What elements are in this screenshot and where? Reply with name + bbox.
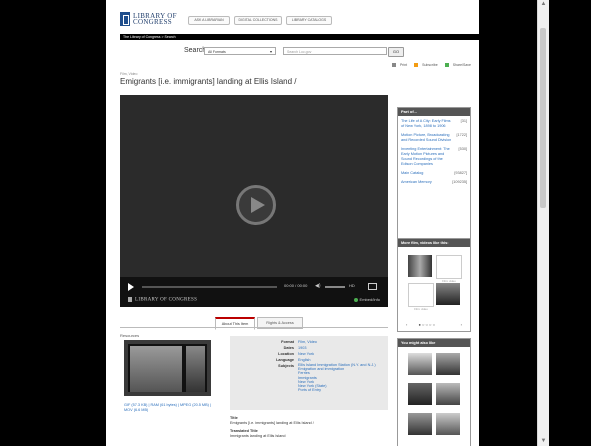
suggested-thumbnail[interactable] [408,353,432,375]
meta-subjects-key: Subjects [278,364,294,368]
related-thumbnail[interactable]: Film: video [436,255,462,283]
print-label: Print [399,63,408,67]
part-of-item-count: [1722] [456,133,467,137]
suggested-thumbnail[interactable] [436,413,460,435]
more-like-this-heading: More film, videos like this: [398,239,470,247]
share-label: Share/Save [452,63,471,67]
part-of-item[interactable]: Inventing Entertainment: The Early Motio… [401,147,467,167]
embed-label: Embed/Info [359,297,380,302]
player-logo: LIBRARY OF CONGRESS [128,297,197,303]
library-catalogs-button[interactable]: LIBRARY CATALOGS [286,16,332,25]
part-of-item-label: Main Catalog [401,171,424,175]
film-frame [186,346,205,392]
share-link[interactable]: Share/Save [442,63,471,68]
more-like-this-box: More film, videos like this: Film: video… [397,238,471,332]
page-title: Emigrants [i.e. immigrants] landing at E… [120,77,297,86]
item-details: Title Emigrants [i.e. immigrants] landin… [230,416,388,439]
scroll-up-icon[interactable]: ▲ [540,1,547,8]
player-controls: 00:00 / 00:00 ◀) HD LIBRARY OF CONGRESS … [120,277,388,307]
suggested-thumbnail[interactable] [408,413,432,435]
part-of-item-label: American Memory [401,180,432,184]
play-overlay-icon[interactable] [236,185,276,225]
subscribe-link[interactable]: Subscribe [411,63,438,68]
suggested-thumbnail[interactable] [408,383,432,405]
player-logo-text: LIBRARY OF CONGRESS [135,297,198,303]
search-label: Search [184,47,207,54]
time-display: 00:00 / 00:00 [284,283,308,288]
film-frame [130,346,182,392]
hd-toggle[interactable]: HD [349,283,355,288]
logo-line2: CONGRESS [133,18,172,26]
part-of-item[interactable]: Main Catalog [93827] [401,171,467,176]
related-thumbnail[interactable]: Film: video [408,283,434,311]
share-icon [444,63,449,68]
suggested-thumbnail[interactable] [436,383,460,405]
item-format: Film, Video [120,72,138,76]
part-of-item-count: [530] [458,147,467,151]
loc-mark-icon [128,297,132,302]
video-player[interactable]: 00:00 / 00:00 ◀) HD LIBRARY OF CONGRESS … [120,95,388,307]
metadata-panel: Format Film, Video Dates 1903 Location New … [230,336,388,410]
part-of-item-count: [109235] [452,180,467,184]
related-thumbnail[interactable] [408,255,432,277]
print-link[interactable]: Print [389,63,408,68]
tab-about-this-item[interactable]: About This Item [215,317,255,330]
rss-icon [414,63,419,68]
part-of-item-count: [93827] [454,171,467,175]
part-of-heading: Part of... [398,108,470,116]
scrollbar-thumb[interactable] [540,28,546,208]
no-video-label: Film: video [414,307,428,311]
detail-title-value: Emigrants [i.e. immigrants] landing at E… [230,421,314,425]
search-row: Search All Formats ▾ Search Loc.gov GO [106,46,479,58]
utility-links: Print Subscribe Share/Save [386,63,471,68]
loc-logo-icon [120,12,130,26]
search-go-button[interactable]: GO [388,47,404,57]
seek-bar[interactable] [142,286,277,288]
format-select-value: All Formats [208,50,226,54]
tab-divider [120,327,388,328]
print-icon [391,63,396,68]
detail-translated-value: Immigrants landing at Ellis Island [230,434,286,438]
chevron-down-icon: ▾ [269,49,272,54]
embed-info-link[interactable]: Embed/Info [353,297,380,302]
part-of-item[interactable]: Motion Picture, Broadcasting and Recorde… [401,133,467,143]
part-of-item-count: [31] [460,119,467,123]
fullscreen-icon[interactable] [368,283,377,290]
subject-list: Ellis Island Immigration Station (N.Y. a… [298,363,386,392]
resource-download-links[interactable]: GIF (57.3 KB) | RAM (61 bytes) | MPEG (2… [124,403,216,413]
volume-slider[interactable] [325,286,345,288]
you-might-like-heading: You might also like [398,339,470,347]
resources-label: Resources [120,333,140,338]
embed-icon [353,297,358,302]
part-of-item-label: The Life of A City: Early Films of New Y… [401,119,451,128]
resource-thumbnail[interactable] [124,340,211,396]
breadcrumb-bar: The Library of Congress > Search [120,34,479,40]
loc-logo[interactable]: LIBRARY OF CONGRESS [120,12,182,26]
related-thumbnail[interactable] [436,283,460,305]
you-might-like-box: You might also like [397,338,471,446]
pager-dots[interactable]: ● ○ ○ ○ ○ [418,322,435,327]
digital-collections-button[interactable]: DIGITAL COLLECTIONS [234,16,282,25]
part-of-item-label: Inventing Entertainment: The Early Motio… [401,147,450,166]
breadcrumb[interactable]: The Library of Congress > Search [123,34,176,40]
page-scrollbar[interactable]: ▲ ▼ [537,0,549,446]
part-of-item-label: Motion Picture, Broadcasting and Recorde… [401,133,452,142]
page: LIBRARY OF CONGRESS ASK A LIBRARIAN DIGI… [106,0,479,446]
scroll-down-icon[interactable]: ▼ [540,438,547,445]
part-of-item[interactable]: The Life of A City: Early Films of New Y… [401,119,467,129]
next-arrow[interactable]: › [461,322,462,327]
play-icon[interactable] [128,283,134,291]
part-of-item[interactable]: American Memory [109235] [401,180,467,185]
subject-link[interactable]: Ports of Entry [298,388,386,392]
subscribe-label: Subscribe [422,63,438,67]
search-input[interactable]: Search Loc.gov [283,47,387,55]
format-select[interactable]: All Formats ▾ [204,47,276,55]
volume-icon[interactable]: ◀) [315,283,321,289]
suggested-thumbnail[interactable] [436,353,460,375]
carousel-pager: ‹ ● ○ ○ ○ ○ › [406,322,462,327]
ask-librarian-button[interactable]: ASK A LIBRARIAN [188,16,230,25]
prev-arrow[interactable]: ‹ [406,322,407,327]
